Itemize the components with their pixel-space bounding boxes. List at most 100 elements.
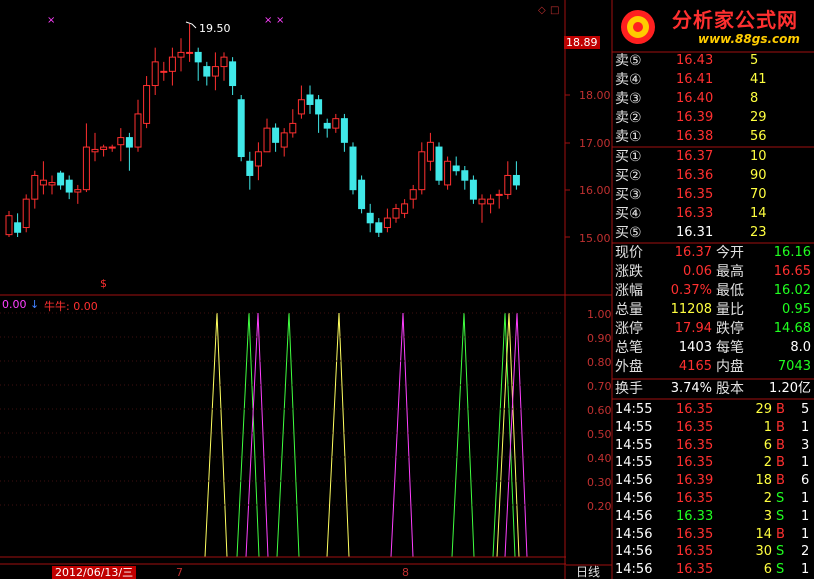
order-row-buy[interactable]: 买④ 16.33 14 — [612, 205, 814, 223]
tick-count: 2 — [801, 544, 810, 560]
candle-body-down — [229, 61, 237, 87]
order-row-buy[interactable]: 买① 16.37 10 — [612, 148, 814, 166]
order-row-sell[interactable]: 卖② 16.39 29 — [612, 109, 814, 127]
order-row-buy[interactable]: 买② 16.36 90 — [612, 167, 814, 185]
tick-side: S — [776, 544, 785, 560]
logo-icon — [621, 10, 655, 44]
candle-body-up — [418, 151, 426, 191]
tick-row[interactable]: 14:55 16.35 1 B 1 — [612, 419, 814, 437]
quote-value: 7043 — [777, 359, 811, 374]
tick-side: S — [776, 491, 785, 506]
indicator-tick: 0.90 — [587, 332, 612, 345]
order-label: 卖② — [615, 110, 642, 126]
order-label: 买② — [615, 168, 642, 184]
quote-value: 8.0 — [790, 340, 811, 355]
tick-row[interactable]: 14:56 16.35 14 B 1 — [612, 526, 814, 544]
quote-value: 16.02 — [773, 283, 811, 298]
candle-body-up — [31, 174, 39, 200]
candle-body-up — [220, 56, 228, 68]
candle-body-down — [461, 170, 469, 181]
indicator-spike — [492, 312, 516, 558]
quote-value: 11208 — [670, 302, 712, 317]
order-row-buy[interactable]: 买③ 16.35 70 — [612, 186, 814, 204]
chart-area[interactable]: 19.50 × × × $ 0.00 ↓ 牛牛: 0.00 ◇ □ — [0, 0, 566, 579]
order-volume: 14 — [750, 206, 767, 221]
tick-volume: 14 — [755, 526, 772, 542]
indicator-spike — [390, 312, 414, 558]
candle-body-down — [57, 172, 65, 186]
candle-body-down — [323, 122, 331, 129]
quote-row: 涨幅 0.37% 最低 16.02 — [612, 282, 814, 300]
tick-count: 1 — [801, 526, 810, 542]
quote-label: 最高 — [716, 264, 744, 280]
tick-time: 14:56 — [615, 544, 653, 560]
tick-row[interactable]: 14:55 16.35 6 B 3 — [612, 437, 814, 455]
tick-row[interactable]: 14:56 16.35 6 S 1 — [612, 561, 814, 579]
quote-label: 现价 — [615, 245, 643, 261]
order-row-sell[interactable]: 卖④ 16.41 41 — [612, 71, 814, 89]
order-price: 16.40 — [676, 91, 714, 106]
tick-price: 16.33 — [676, 508, 714, 524]
tick-count: 6 — [801, 473, 810, 489]
quote-value: 17.94 — [674, 321, 712, 336]
tick-volume: 1 — [763, 419, 772, 435]
tick-row[interactable]: 14:55 16.35 2 B 1 — [612, 454, 814, 472]
tick-price: 16.35 — [676, 437, 714, 453]
tick-time: 14:56 — [615, 491, 653, 506]
candle-body-up — [383, 217, 391, 229]
square-icon[interactable]: □ — [550, 5, 559, 16]
order-row-buy[interactable]: 买⑤ 16.31 23 — [612, 224, 814, 242]
candle-body-down — [203, 66, 211, 77]
quote-row: 总量 11208 量比 0.95 — [612, 301, 814, 319]
candle-body-up — [160, 70, 168, 73]
candle-body-up — [117, 137, 125, 146]
quote-label: 涨幅 — [615, 283, 643, 299]
quote-value: 0.95 — [782, 302, 811, 317]
order-row-sell[interactable]: 卖① 16.38 56 — [612, 128, 814, 146]
tick-row[interactable]: 14:56 16.35 30 S 2 — [612, 543, 814, 561]
tick-count: 1 — [801, 562, 810, 578]
quote-label: 今开 — [716, 245, 744, 261]
candle-body-up — [444, 160, 452, 186]
tick-time: 14:55 — [615, 419, 653, 435]
candle-body-up — [22, 198, 30, 229]
indicator-tick: 0.50 — [587, 428, 612, 441]
candle-body-up — [168, 56, 176, 72]
candle-body-down — [65, 179, 73, 193]
candle-body-down — [366, 212, 374, 224]
x-marker: × — [264, 15, 273, 26]
tick-time: 14:56 — [615, 562, 653, 578]
candle-body-up — [409, 189, 417, 200]
kline-chart[interactable] — [0, 0, 566, 579]
order-price: 16.35 — [676, 187, 714, 202]
candle-body-down — [246, 160, 254, 176]
tick-row[interactable]: 14:56 16.33 3 S 1 — [612, 508, 814, 526]
tick-time: 14:56 — [615, 526, 653, 542]
tick-time: 14:55 — [615, 402, 653, 417]
diamond-icon[interactable]: ◇ — [538, 5, 546, 16]
tick-side: B — [776, 437, 785, 453]
order-row-sell[interactable]: 卖③ 16.40 8 — [612, 90, 814, 108]
tick-count: 1 — [801, 419, 810, 435]
tick-row[interactable]: 14:56 16.39 18 B 6 — [612, 472, 814, 490]
tick-time: 14:55 — [615, 455, 653, 471]
quote-label: 跌停 — [716, 321, 744, 337]
down-arrow-icon: ↓ — [30, 298, 40, 311]
order-label: 卖③ — [615, 91, 642, 107]
order-price: 16.33 — [676, 206, 714, 221]
month-marker: 7 — [176, 566, 183, 579]
candle-body-up — [177, 51, 185, 58]
order-row-sell[interactable]: 卖⑤ 16.43 5 — [612, 52, 814, 70]
month-marker: 8 — [402, 566, 409, 579]
order-volume: 90 — [750, 168, 767, 183]
tick-count: 1 — [801, 508, 810, 524]
order-label: 买⑤ — [615, 225, 642, 241]
order-volume: 29 — [750, 110, 767, 125]
period-label[interactable]: 日线 — [576, 566, 600, 579]
tick-row[interactable]: 14:56 16.35 2 S 1 — [612, 490, 814, 508]
tick-row[interactable]: 14:55 16.35 29 B 5 — [612, 401, 814, 419]
turnover-value: 3.74% — [670, 381, 712, 396]
indicator-spike — [276, 312, 300, 558]
order-label: 卖⑤ — [615, 53, 642, 69]
candle-body-down — [375, 222, 383, 233]
